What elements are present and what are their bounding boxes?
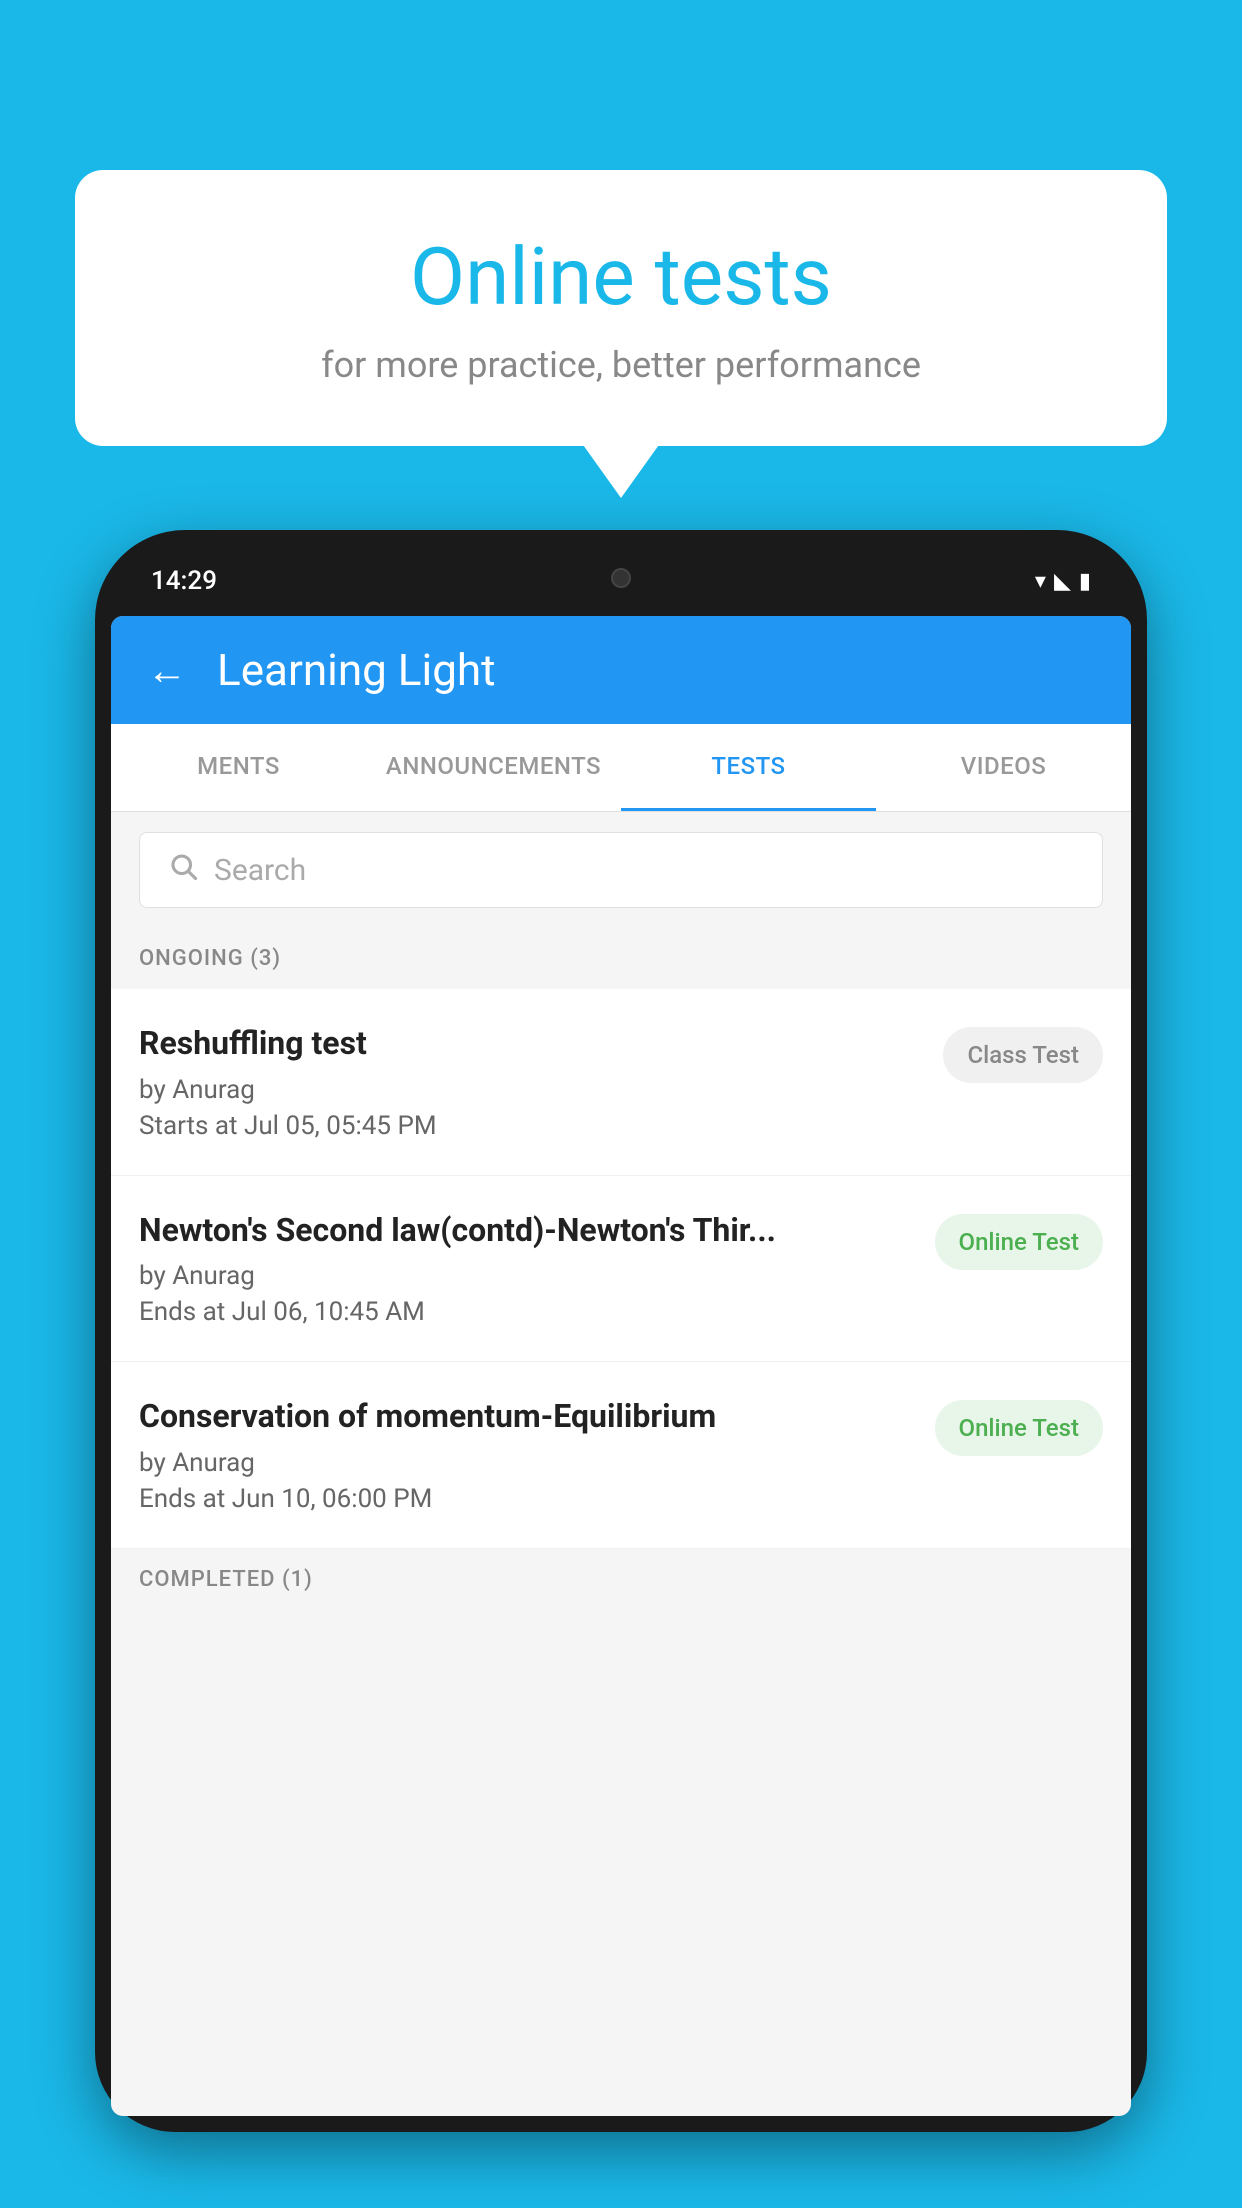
test-info: Conservation of momentum-Equilibrium by … bbox=[139, 1396, 915, 1514]
phone-container: 14:29 ▾ ◣ ▮ ← Learning Light MENTS bbox=[95, 530, 1147, 2208]
speech-bubble: Online tests for more practice, better p… bbox=[75, 170, 1167, 446]
phone-time: 14:29 bbox=[151, 566, 217, 596]
test-item[interactable]: Newton's Second law(contd)-Newton's Thir… bbox=[111, 1176, 1131, 1363]
test-name: Newton's Second law(contd)-Newton's Thir… bbox=[139, 1210, 915, 1252]
tab-announcements[interactable]: ANNOUNCEMENTS bbox=[366, 724, 621, 811]
phone-outer: 14:29 ▾ ◣ ▮ ← Learning Light MENTS bbox=[95, 530, 1147, 2132]
wifi-icon: ▾ bbox=[1035, 569, 1046, 594]
phone-screen: ← Learning Light MENTS ANNOUNCEMENTS TES… bbox=[111, 616, 1131, 2116]
ongoing-header: ONGOING (3) bbox=[111, 928, 1131, 989]
app-title: Learning Light bbox=[217, 644, 496, 696]
phone-notch bbox=[581, 546, 661, 574]
status-icons: ▾ ◣ ▮ bbox=[1035, 569, 1091, 594]
test-badge: Online Test bbox=[935, 1214, 1103, 1270]
bubble-title: Online tests bbox=[155, 230, 1087, 324]
test-info: Newton's Second law(contd)-Newton's Thir… bbox=[139, 1210, 915, 1328]
phone-camera bbox=[611, 568, 631, 588]
search-placeholder: Search bbox=[214, 853, 306, 888]
status-bar: 14:29 ▾ ◣ ▮ bbox=[111, 546, 1131, 616]
completed-header: COMPLETED (1) bbox=[111, 1549, 1131, 1610]
speech-bubble-container: Online tests for more practice, better p… bbox=[75, 170, 1167, 446]
test-badge: Class Test bbox=[943, 1027, 1103, 1083]
tab-videos[interactable]: VIDEOS bbox=[876, 724, 1131, 811]
signal-icon: ◣ bbox=[1054, 569, 1071, 594]
test-name: Conservation of momentum-Equilibrium bbox=[139, 1396, 915, 1438]
tabs-container: MENTS ANNOUNCEMENTS TESTS VIDEOS bbox=[111, 724, 1131, 812]
test-info: Reshuffling test by Anurag Starts at Jul… bbox=[139, 1023, 923, 1141]
test-date: Starts at Jul 05, 05:45 PM bbox=[139, 1111, 923, 1141]
test-name: Reshuffling test bbox=[139, 1023, 923, 1065]
search-bar[interactable]: Search bbox=[139, 832, 1103, 908]
test-item[interactable]: Reshuffling test by Anurag Starts at Jul… bbox=[111, 989, 1131, 1176]
bubble-subtitle: for more practice, better performance bbox=[155, 344, 1087, 386]
back-button[interactable]: ← bbox=[147, 647, 187, 694]
test-author: by Anurag bbox=[139, 1261, 915, 1291]
app-header: ← Learning Light bbox=[111, 616, 1131, 724]
test-item[interactable]: Conservation of momentum-Equilibrium by … bbox=[111, 1362, 1131, 1549]
test-date: Ends at Jun 10, 06:00 PM bbox=[139, 1484, 915, 1514]
test-author: by Anurag bbox=[139, 1448, 915, 1478]
tab-tests[interactable]: TESTS bbox=[621, 724, 876, 811]
search-icon bbox=[168, 851, 198, 889]
tab-ments[interactable]: MENTS bbox=[111, 724, 366, 811]
test-date: Ends at Jul 06, 10:45 AM bbox=[139, 1297, 915, 1327]
test-badge: Online Test bbox=[935, 1400, 1103, 1456]
test-author: by Anurag bbox=[139, 1075, 923, 1105]
battery-icon: ▮ bbox=[1079, 569, 1091, 594]
search-container: Search bbox=[111, 812, 1131, 928]
